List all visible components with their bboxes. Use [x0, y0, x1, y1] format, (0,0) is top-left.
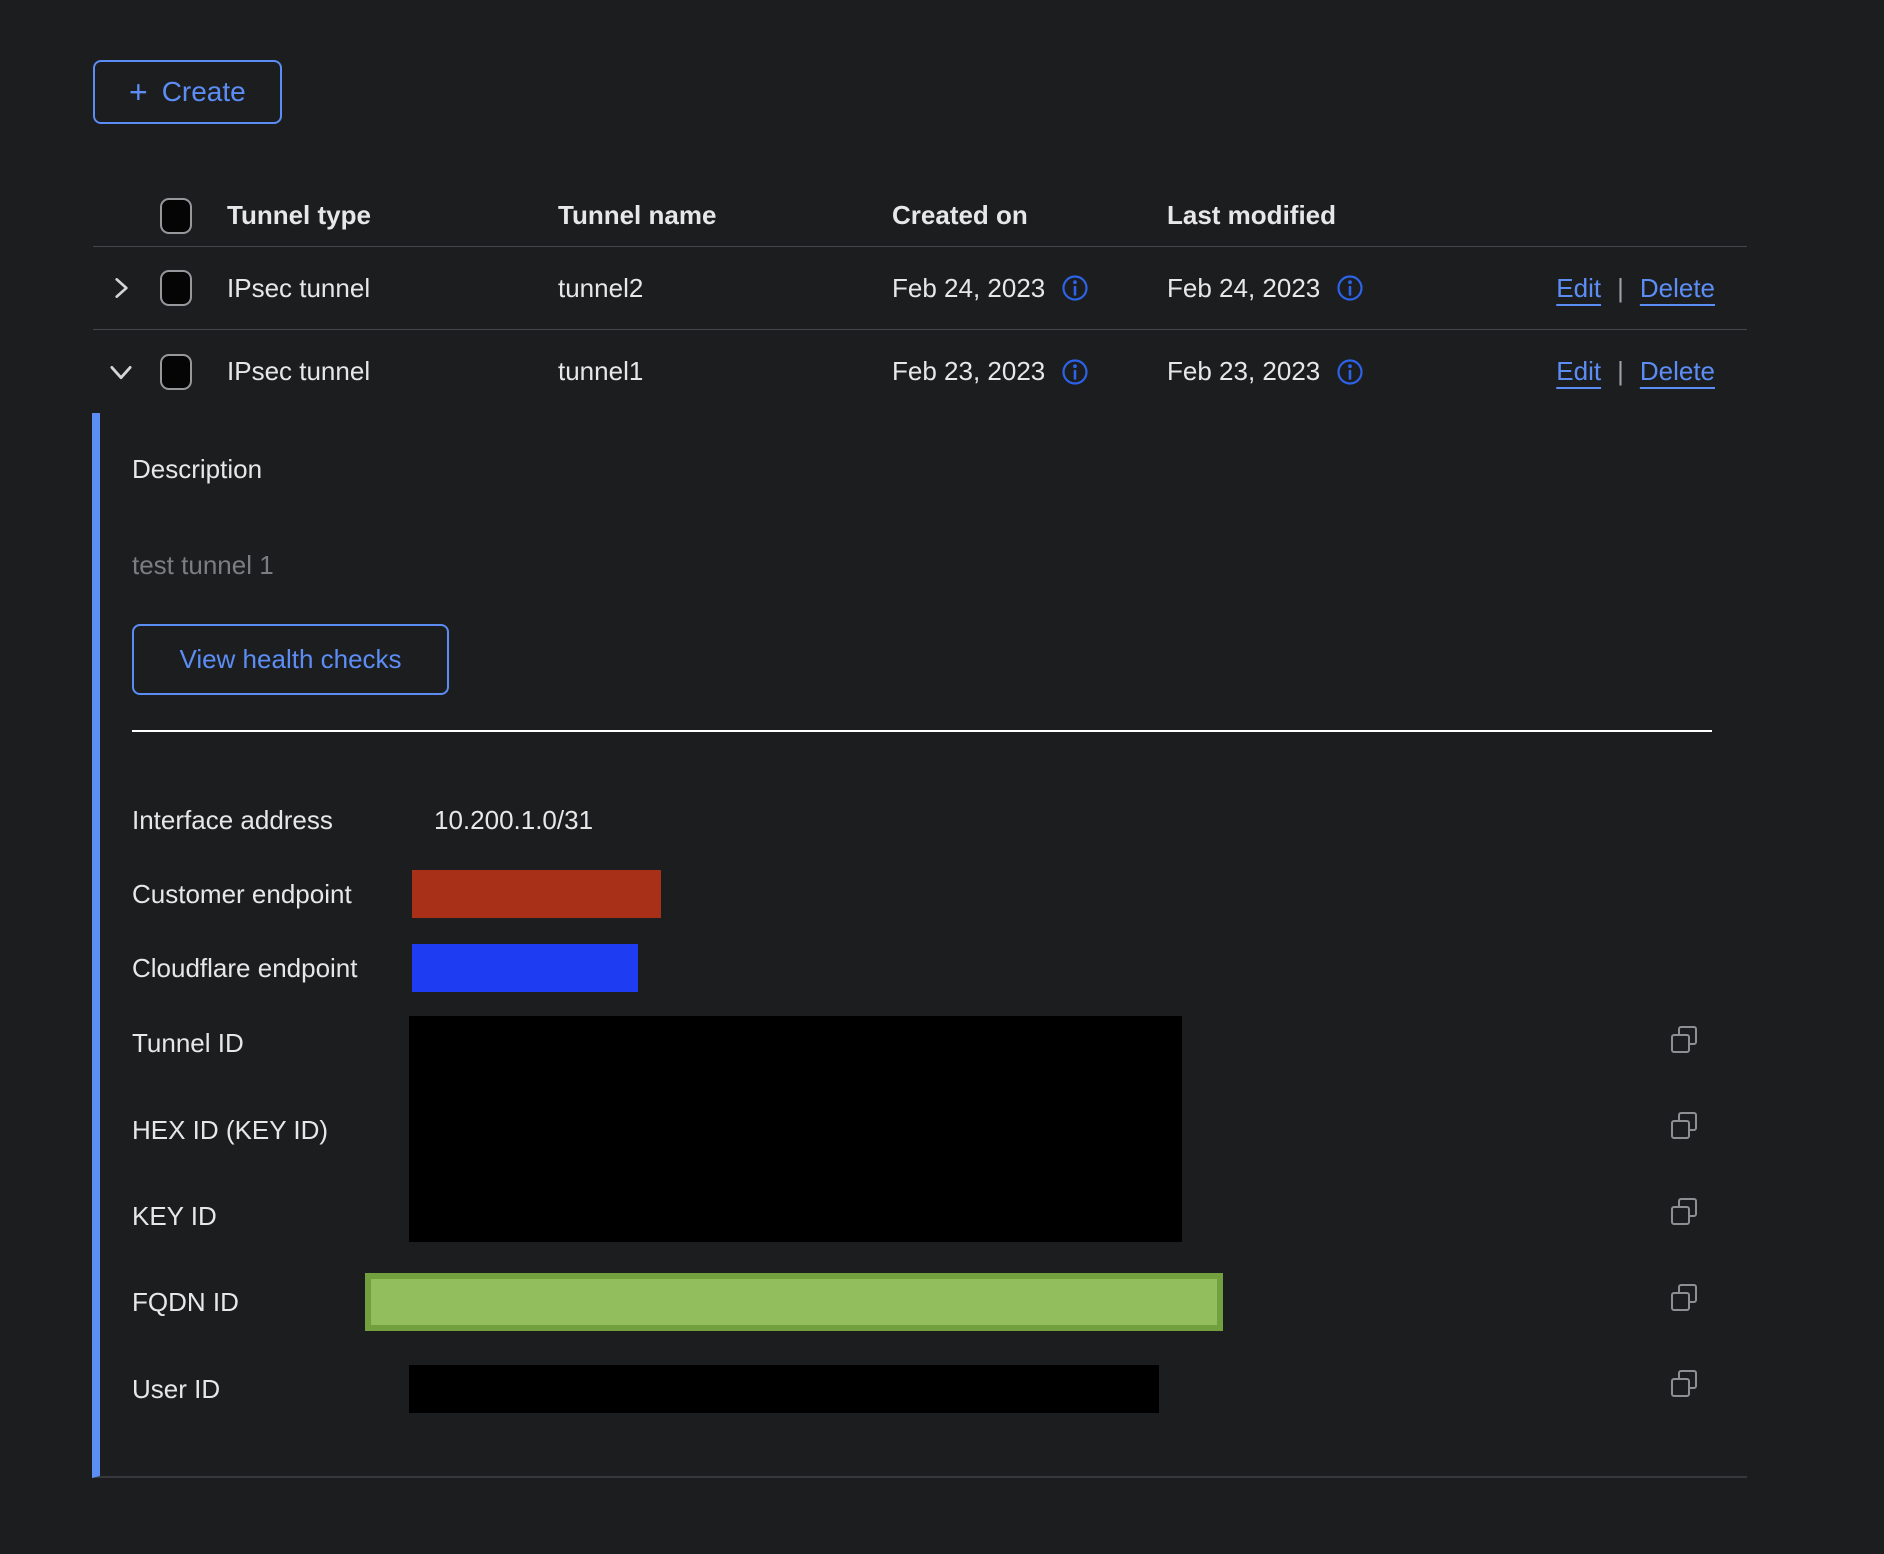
delete-link[interactable]: Delete — [1640, 273, 1715, 304]
description-label: Description — [132, 453, 1747, 485]
key-id-label: KEY ID — [132, 1200, 217, 1232]
create-button[interactable]: + Create — [93, 60, 282, 124]
expand-row-button[interactable] — [93, 273, 149, 303]
copy-key-id-button[interactable] — [1667, 1195, 1701, 1229]
tunnel-id-label: Tunnel ID — [132, 1027, 244, 1059]
tunnels-table: Tunnel type Tunnel name Created on Last … — [93, 185, 1747, 1478]
edit-link[interactable]: Edit — [1556, 273, 1601, 304]
interface-address-label: Interface address — [132, 804, 333, 836]
info-icon[interactable] — [1061, 358, 1089, 386]
user-id-label: User ID — [132, 1373, 220, 1405]
edit-link[interactable]: Edit — [1556, 356, 1601, 387]
table-header-row: Tunnel type Tunnel name Created on Last … — [93, 185, 1747, 247]
user-id-redaction — [409, 1365, 1159, 1413]
copy-icon — [1667, 1109, 1701, 1143]
row-checkbox[interactable] — [160, 354, 192, 390]
copy-icon — [1667, 1367, 1701, 1401]
table-row: IPsec tunnel tunnel2 Feb 24, 2023 Feb 24… — [93, 247, 1747, 330]
info-icon[interactable] — [1336, 274, 1364, 302]
hex-id-label: HEX ID (KEY ID) — [132, 1114, 328, 1146]
tunnel-name-cell: tunnel1 — [558, 356, 892, 387]
copy-user-id-button[interactable] — [1667, 1367, 1701, 1401]
copy-fqdn-id-button[interactable] — [1667, 1281, 1701, 1315]
fqdn-id-redaction — [365, 1273, 1223, 1331]
chevron-down-icon — [105, 356, 137, 388]
expanded-tunnel-panel: Description test tunnel 1 View health ch… — [92, 413, 1747, 1478]
tunnel-type-cell: IPsec tunnel — [227, 356, 558, 387]
column-header-tunnel-type: Tunnel type — [227, 200, 558, 231]
last-modified-cell: Feb 24, 2023 — [1167, 273, 1320, 304]
copy-tunnel-id-button[interactable] — [1667, 1023, 1701, 1057]
tunnel-name-cell: tunnel2 — [558, 273, 892, 304]
plus-icon: + — [129, 76, 148, 108]
row-checkbox[interactable] — [160, 270, 192, 306]
view-health-checks-button[interactable]: View health checks — [132, 624, 449, 695]
column-header-created-on: Created on — [892, 200, 1167, 231]
action-separator: | — [1617, 273, 1624, 304]
description-value: test tunnel 1 — [132, 549, 1747, 581]
cloudflare-endpoint-redaction — [412, 944, 638, 992]
tunnel-type-cell: IPsec tunnel — [227, 273, 558, 304]
copy-icon — [1667, 1023, 1701, 1057]
column-header-last-modified: Last modified — [1167, 200, 1420, 231]
created-on-cell: Feb 23, 2023 — [892, 356, 1045, 387]
section-divider — [132, 730, 1712, 732]
info-icon[interactable] — [1336, 358, 1364, 386]
select-all-checkbox[interactable] — [160, 198, 192, 234]
chevron-right-icon — [106, 273, 136, 303]
table-row: IPsec tunnel tunnel1 Feb 23, 2023 Feb 23… — [93, 330, 1747, 413]
fqdn-id-label: FQDN ID — [132, 1286, 239, 1318]
last-modified-cell: Feb 23, 2023 — [1167, 356, 1320, 387]
tunnel-details: Interface address 10.200.1.0/31 Customer… — [132, 740, 1747, 1478]
action-separator: | — [1617, 356, 1624, 387]
interface-address-value: 10.200.1.0/31 — [434, 804, 593, 836]
copy-icon — [1667, 1281, 1701, 1315]
create-button-label: Create — [162, 76, 246, 108]
view-health-checks-label: View health checks — [179, 644, 401, 675]
collapse-row-button[interactable] — [93, 356, 149, 388]
copy-hex-id-button[interactable] — [1667, 1109, 1701, 1143]
customer-endpoint-redaction — [412, 870, 661, 918]
cloudflare-endpoint-label: Cloudflare endpoint — [132, 952, 358, 984]
content-area: + Create Tunnel type Tunnel name Created… — [93, 0, 1747, 1478]
created-on-cell: Feb 24, 2023 — [892, 273, 1045, 304]
copy-icon — [1667, 1195, 1701, 1229]
info-icon[interactable] — [1061, 274, 1089, 302]
delete-link[interactable]: Delete — [1640, 356, 1715, 387]
customer-endpoint-label: Customer endpoint — [132, 878, 352, 910]
column-header-tunnel-name: Tunnel name — [558, 200, 892, 231]
ids-redaction-block — [409, 1016, 1182, 1242]
